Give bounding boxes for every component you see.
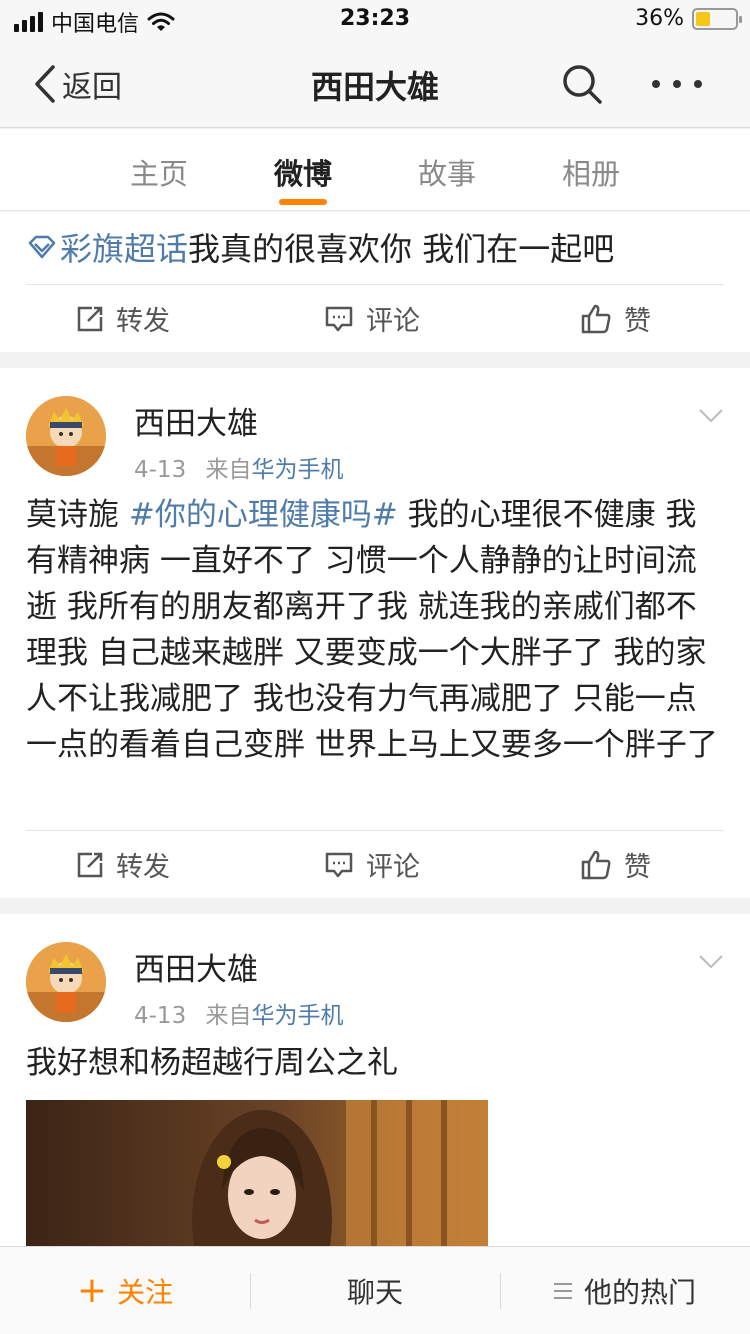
from-label: 来自 [205,1003,252,1029]
thumbs-up-icon [581,850,611,879]
search-icon[interactable] [560,62,604,106]
battery-icon [692,7,742,30]
tab-weibo[interactable]: 微博 [253,151,353,193]
follow-label: 关注 [117,1276,174,1309]
mentioned-name: 莫诗旎 [26,497,129,533]
repost-button[interactable]: 转发 [76,845,170,884]
repost-button[interactable]: 转发 [76,299,170,338]
thumbs-up-icon [581,304,611,333]
hot-posts-label: 他的热门 [583,1276,696,1309]
plus-icon: + [76,1270,108,1311]
user-name[interactable]: 西田大雄 [134,398,258,443]
status-bar: 中国电信 23:23 36% [0,0,750,40]
comment-label: 评论 [366,306,420,337]
post-actions: 转发 评论 赞 [26,830,724,896]
like-button[interactable]: 赞 [580,845,651,884]
chevron-down-icon[interactable] [698,408,724,424]
post-body: 莫诗旎 #你的心理健康吗# 我的心理很不健康 我有精神病 一直好不了 习惯一个人… [26,492,726,768]
status-right: 36% [635,6,742,31]
hashtag-link[interactable]: #你的心理健康吗# [129,497,398,533]
post-meta: 4-13 来自华为手机 [134,996,344,1030]
avatar-image [26,396,106,476]
super-topic-link[interactable]: 彩旗超话 [60,224,188,270]
repost-icon [77,306,103,331]
comment-button[interactable]: 评论 [324,299,420,338]
tab-stories[interactable]: 故事 [397,151,497,193]
comment-icon [325,852,353,877]
battery-percent: 36% [635,6,684,31]
more-icon[interactable] [652,62,702,106]
super-topic-icon [28,235,56,259]
comment-label: 评论 [366,852,420,883]
repost-icon [77,852,103,877]
chat-button[interactable]: 聊天 [250,1247,500,1334]
comment-button[interactable]: 评论 [324,845,420,884]
post-source-link[interactable]: 华为手机 [252,1003,344,1029]
profile-tabs: 主页 微博 故事 相册 [0,129,750,211]
comment-icon [325,306,353,331]
post-text: 彩旗超话 我真的很喜欢你 我们在一起吧 [26,224,614,270]
chevron-down-icon[interactable] [698,954,724,970]
menu-icon [553,1283,572,1299]
bottom-action-bar: + 关注 聊天 他的热门 [0,1246,750,1334]
nav-bar: 返回 西田大雄 [0,40,750,128]
post-actions: 转发 评论 赞 [26,284,724,350]
post-date: 4-13 [134,457,187,483]
active-tab-indicator [279,199,327,205]
follow-button[interactable]: + 关注 [0,1247,250,1334]
post-card: 彩旗超话 我真的很喜欢你 我们在一起吧 转发 评论 赞 [0,212,750,352]
hot-posts-button[interactable]: 他的热门 [500,1247,750,1334]
tab-albums[interactable]: 相册 [541,151,641,193]
repost-label: 转发 [116,306,170,337]
user-name[interactable]: 西田大雄 [134,944,258,989]
post-body: 我好想和杨超越行周公之礼 [26,1045,398,1081]
chat-label: 聊天 [346,1276,403,1309]
like-button[interactable]: 赞 [580,299,651,338]
post-date: 4-13 [134,1003,187,1029]
like-label: 赞 [624,852,651,883]
battery-fill [696,11,710,26]
like-label: 赞 [624,306,651,337]
post-body: 我真的很喜欢你 我们在一起吧 [188,230,615,268]
post-body-text: 我的心理很不健康 我有精神病 一直好不了 习惯一个人静静的让时间流逝 我所有的朋… [26,497,718,763]
page-title: 西田大雄 [310,68,439,106]
post-card: 西田大雄 4-13 来自华为手机 莫诗旎 #你的心理健康吗# 我的心理很不健康 … [0,368,750,898]
post-meta: 4-13 来自华为手机 [134,450,344,484]
repost-label: 转发 [116,852,170,883]
tab-home[interactable]: 主页 [109,151,209,193]
post-source-link[interactable]: 华为手机 [252,457,344,483]
avatar[interactable] [26,396,106,476]
from-label: 来自 [205,457,252,483]
avatar[interactable] [26,942,106,1022]
avatar-image [26,942,106,1022]
